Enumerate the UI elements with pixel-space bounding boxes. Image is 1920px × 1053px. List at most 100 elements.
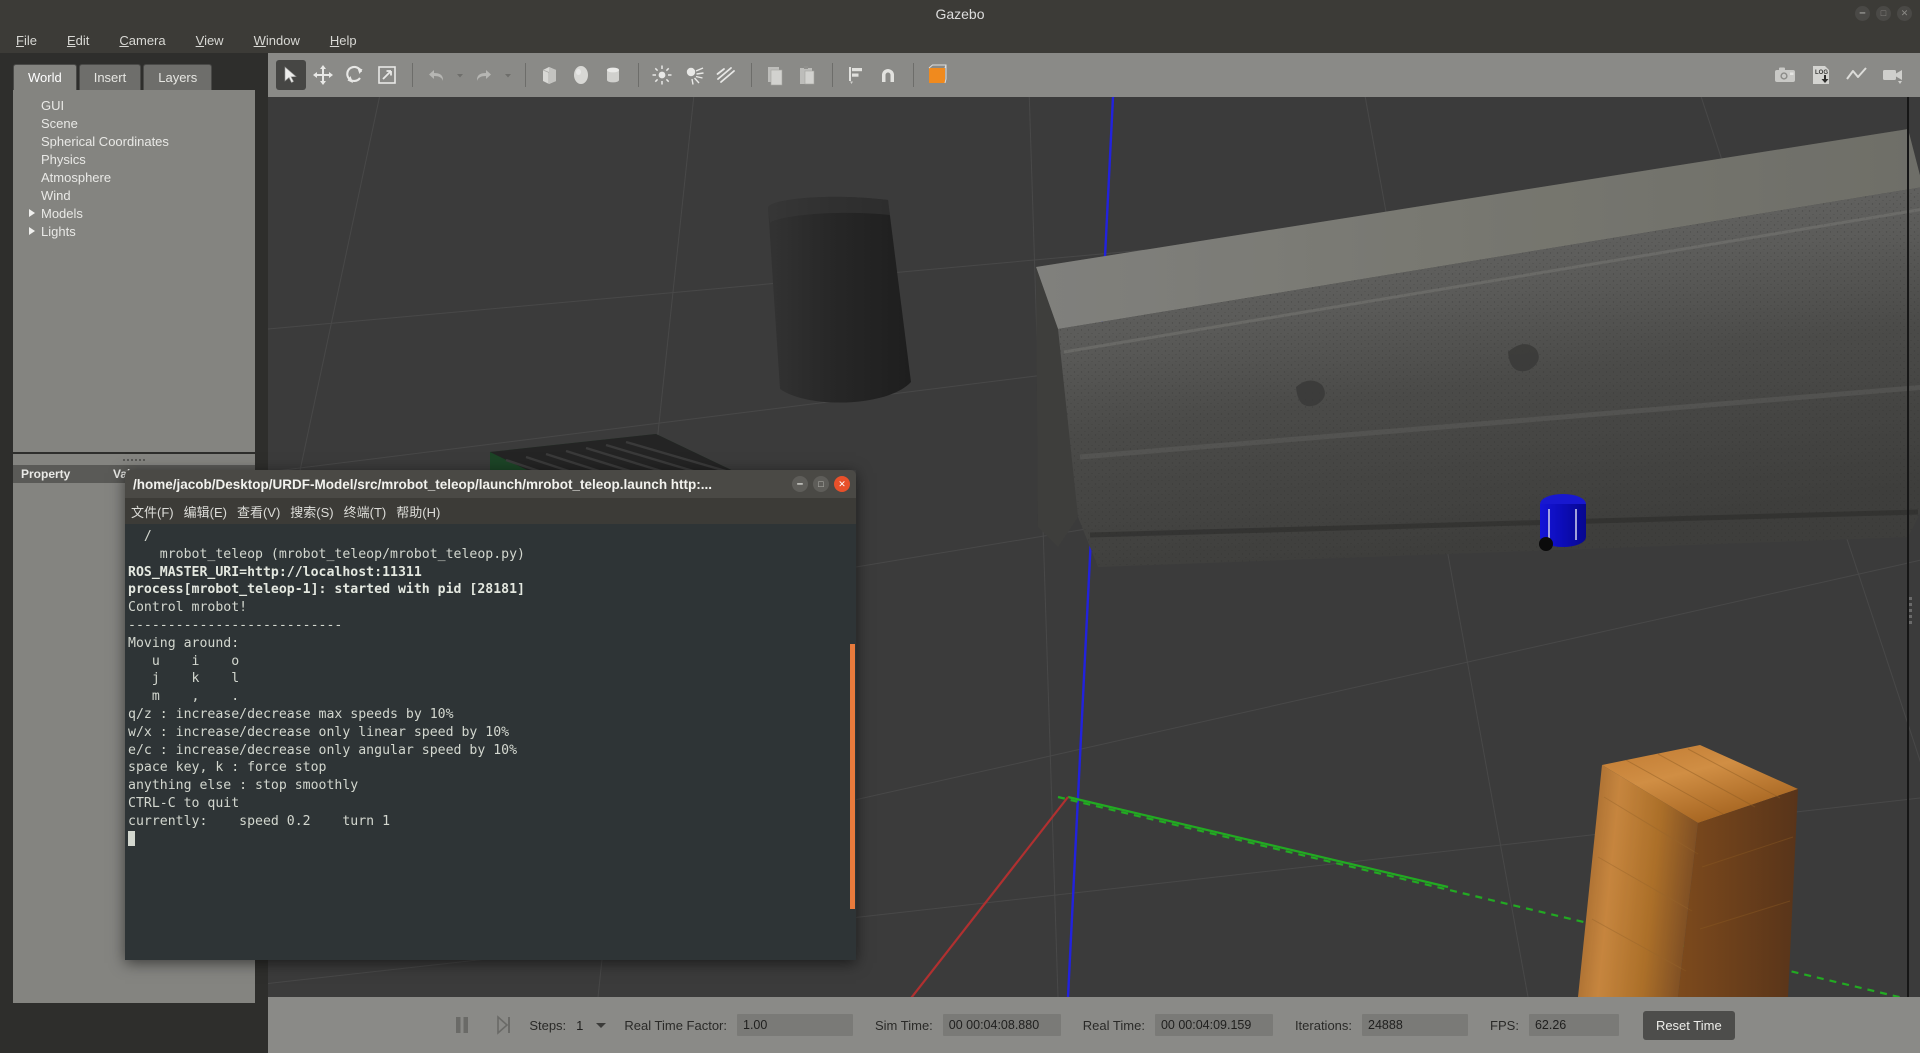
video-record-button[interactable] [1878,60,1908,90]
scale-mode-button[interactable] [372,60,402,90]
insert-point-light-button[interactable] [647,60,677,90]
maximize-icon[interactable]: □ [1876,6,1891,21]
steps-label: Steps: [529,1017,567,1033]
menu-file[interactable]: File [10,31,43,50]
step-forward-icon[interactable] [495,1015,511,1035]
menu-edit[interactable]: Edit [61,31,95,50]
tree-item-lights[interactable]: Lights [13,222,255,240]
snap-button[interactable] [873,60,903,90]
terminal-line: q/z : increase/decrease max speeds by 10… [128,706,454,722]
iterations-value: 24888 [1362,1014,1469,1036]
tree-label: Lights [41,223,76,239]
screenshot-button[interactable] [1770,60,1800,90]
view-angle-button[interactable] [922,60,952,90]
sim-time-label: Sim Time: [875,1017,933,1033]
tab-insert[interactable]: Insert [78,64,142,90]
translate-mode-button[interactable] [308,60,338,90]
tree-label: Spherical Coordinates [41,133,169,149]
terminal-line: CTRL-C to quit [128,795,240,811]
real-time-factor-label: Real Time Factor: [624,1017,727,1033]
expand-arrow-icon[interactable] [29,209,35,217]
redo-history-button[interactable] [501,60,515,90]
terminal-scrollbar[interactable] [847,524,856,960]
paste-button[interactable] [792,60,822,90]
menu-camera[interactable]: Camera [113,31,171,50]
world-tree: GUI Scene Spherical Coordinates Physics … [13,90,255,452]
terminal-menu-view[interactable]: 查看(V) [237,502,280,521]
terminal-line: process[mrobot_teleop-1]: started with p… [128,582,525,598]
pause-icon[interactable] [453,1015,471,1035]
insert-spot-light-button[interactable] [679,60,709,90]
insert-sphere-button[interactable] [566,60,596,90]
terminal-scrollbar-thumb[interactable] [850,644,855,909]
tree-item-physics[interactable]: Physics [13,150,255,168]
log-record-button[interactable]: LOG [1806,60,1836,90]
toolbar-separator [913,63,914,87]
insert-directional-light-button[interactable] [711,60,741,90]
panel-splitter[interactable] [13,454,255,465]
toolbar-separator [525,63,526,87]
insert-cylinder-button[interactable] [598,60,628,90]
trash-bin-object [768,196,911,403]
terminal-line: / [128,529,152,544]
menu-help[interactable]: Help [324,31,363,50]
minimize-icon[interactable]: ━ [1855,6,1870,21]
steps-dropdown-icon[interactable] [596,1022,607,1028]
expand-arrow-icon[interactable] [29,227,35,235]
align-button[interactable] [841,60,871,90]
terminal-line: space key, k : force stop [128,760,327,776]
tree-label: Wind [41,187,71,203]
plot-button[interactable] [1842,60,1872,90]
rotate-mode-button[interactable] [340,60,370,90]
fps-value: 62.26 [1528,1014,1619,1036]
terminal-titlebar[interactable]: /home/jacob/Desktop/URDF-Model/src/mrobo… [125,470,856,498]
real-time-value: 00 00:04:09.159 [1154,1014,1273,1036]
tree-item-wind[interactable]: Wind [13,186,255,204]
terminal-close-icon[interactable]: ✕ [834,476,850,492]
scene-toolbar: LOG [268,53,1920,97]
terminal-line: j k l [128,671,240,687]
terminal-line: m , . [128,689,240,705]
svg-text:LOG: LOG [1815,70,1828,76]
real-time-factor-value: 1.00 [737,1014,853,1036]
tree-item-scene[interactable]: Scene [13,114,255,132]
steps-value[interactable]: 1 [576,1018,583,1033]
terminal-menu-search[interactable]: 搜索(S) [290,502,333,521]
terminal-minimize-icon[interactable]: ━ [792,476,808,492]
insert-box-button[interactable] [534,60,564,90]
terminal-menu-file[interactable]: 文件(F) [131,502,174,521]
terminal-menu-terminal[interactable]: 终端(T) [344,502,387,521]
y-axis-line [1067,795,1449,889]
close-icon[interactable]: ✕ [1897,6,1912,21]
copy-button[interactable] [760,60,790,90]
panel-tabs: World Insert Layers [13,64,214,90]
select-mode-button[interactable] [276,60,306,90]
terminal-window[interactable]: /home/jacob/Desktop/URDF-Model/src/mrobo… [125,470,856,960]
redo-button[interactable] [469,60,499,90]
tree-item-gui[interactable]: GUI [13,96,255,114]
menubar: File Edit Camera View Window Help [0,27,1920,53]
undo-history-button[interactable] [453,60,467,90]
terminal-menu-help[interactable]: 帮助(H) [396,502,440,521]
reset-time-button[interactable]: Reset Time [1642,1010,1735,1040]
toolbar-separator [638,63,639,87]
terminal-window-controls: ━ □ ✕ [792,476,856,492]
menu-view[interactable]: View [190,31,230,50]
terminal-maximize-icon[interactable]: □ [813,476,829,492]
terminal-line: --------------------------- [128,617,343,633]
column-property: Property [21,467,71,481]
menu-window[interactable]: Window [248,31,306,50]
viewport-right-edge [1907,97,1909,997]
splitter-grip-icon [123,458,145,461]
tree-item-spherical-coordinates[interactable]: Spherical Coordinates [13,132,255,150]
render-right-tools: LOG [1770,53,1910,97]
tree-item-atmosphere[interactable]: Atmosphere [13,168,255,186]
terminal-menu-edit[interactable]: 编辑(E) [184,502,227,521]
terminal-output[interactable]: / mrobot_teleop (mrobot_teleop/mrobot_te… [125,524,856,960]
tab-layers[interactable]: Layers [143,64,213,90]
undo-button[interactable] [421,60,451,90]
tree-item-models[interactable]: Models [13,204,255,222]
toolbar-separator [832,63,833,87]
tab-world[interactable]: World [13,64,77,90]
terminal-cursor [128,830,856,849]
